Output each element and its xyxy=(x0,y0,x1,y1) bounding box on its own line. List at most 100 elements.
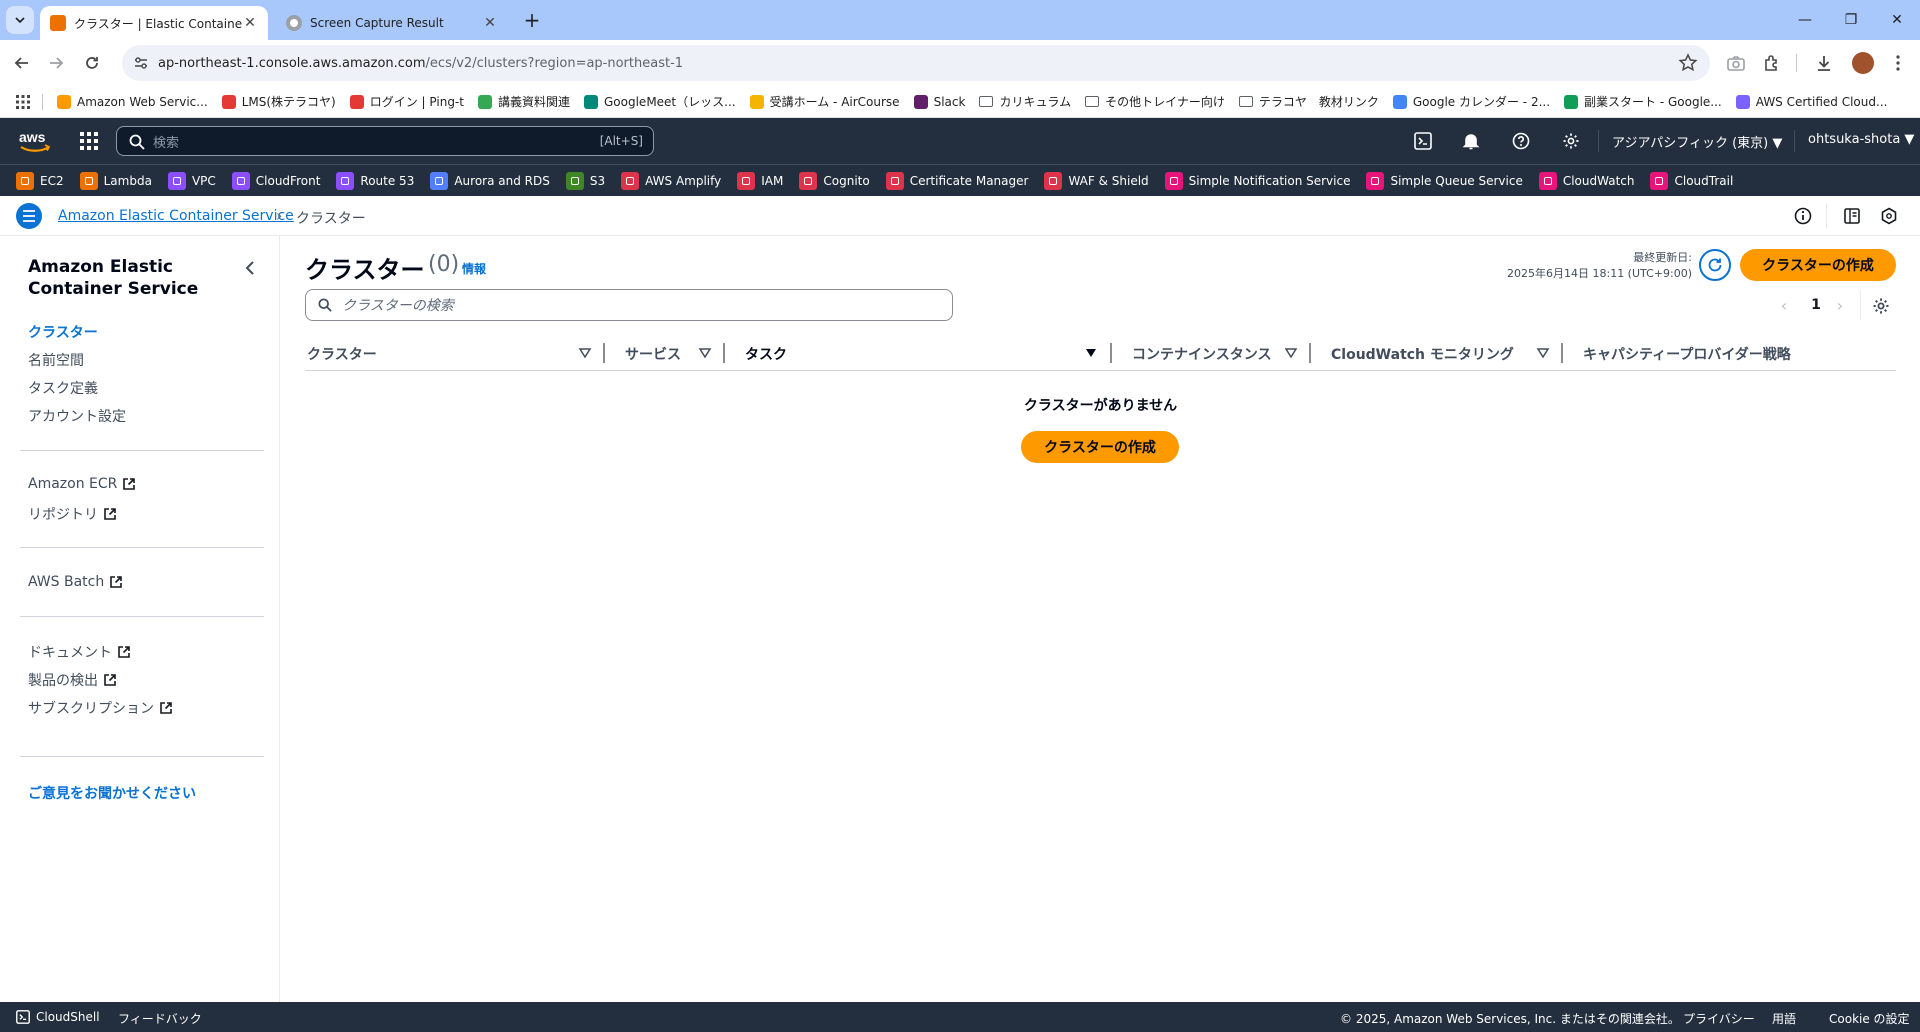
fav-route53[interactable]: Route 53 xyxy=(336,171,414,190)
nav-item-discover-products[interactable]: 製品の検出 xyxy=(28,670,117,690)
bookmark-slack[interactable]: Slack xyxy=(913,94,965,109)
bookmark-aws-cert[interactable]: AWS Certified Cloud... xyxy=(1735,94,1887,109)
fav-acm[interactable]: Certificate Manager xyxy=(885,171,1028,190)
bookmark-aircourse[interactable]: 受講ホーム - AirCourse xyxy=(749,93,900,110)
bookmark-lms[interactable]: LMS(株テラコヤ) xyxy=(221,93,336,110)
fav-lambda[interactable]: Lambda xyxy=(79,171,152,190)
sort-caret-icon[interactable] xyxy=(1284,346,1298,360)
nav-menu-button[interactable] xyxy=(16,203,42,229)
column-divider[interactable] xyxy=(1110,343,1112,363)
site-info-icon[interactable] xyxy=(132,54,150,72)
create-cluster-button[interactable]: クラスターの作成 xyxy=(1740,249,1896,281)
bookmark-calendar[interactable]: Google カレンダー - 2... xyxy=(1392,93,1550,110)
minimize-icon[interactable]: — xyxy=(1782,0,1828,40)
fav-waf[interactable]: WAF & Shield xyxy=(1044,171,1149,190)
feedback-link[interactable]: ご意見をお聞かせください xyxy=(28,783,196,803)
column-header-capacity-provider[interactable]: キャパシティープロバイダー戦略 xyxy=(1583,344,1791,364)
fav-sns[interactable]: Simple Notification Service xyxy=(1164,171,1350,190)
column-header-container-instances[interactable]: コンテナインスタンス xyxy=(1132,344,1271,364)
bookmark-meet[interactable]: GoogleMeet（レッス... xyxy=(584,93,736,110)
restore-icon[interactable]: ❐ xyxy=(1828,0,1874,40)
sort-caret-icon[interactable] xyxy=(1536,346,1550,360)
next-page-icon[interactable]: › xyxy=(1832,295,1848,315)
bookmark-folder-materials[interactable]: テラコヤ 教材リンク xyxy=(1238,93,1379,110)
hexagon-panel-icon[interactable] xyxy=(1879,206,1899,226)
close-tab-icon[interactable]: ✕ xyxy=(482,15,498,31)
browser-tab[interactable]: Screen Capture Result ✕ xyxy=(276,6,508,40)
settings-gear-icon[interactable] xyxy=(1560,130,1582,152)
column-divider[interactable] xyxy=(603,343,605,363)
column-header-cloudwatch[interactable]: CloudWatch モニタリング xyxy=(1331,344,1514,364)
reload-icon[interactable] xyxy=(78,49,106,77)
fav-cloudwatch[interactable]: CloudWatch xyxy=(1538,171,1634,190)
notifications-bell-icon[interactable] xyxy=(1460,130,1482,152)
fav-rds[interactable]: Aurora and RDS xyxy=(430,171,550,190)
nav-item-repositories[interactable]: リポジトリ xyxy=(28,504,117,524)
close-tab-icon[interactable]: ✕ xyxy=(242,15,258,31)
fav-cloudfront[interactable]: CloudFront xyxy=(231,171,320,190)
footer-feedback-link[interactable]: フィードバック xyxy=(118,1010,202,1027)
fav-sqs[interactable]: Simple Queue Service xyxy=(1366,171,1523,190)
sort-caret-icon[interactable] xyxy=(698,346,712,360)
fav-amplify[interactable]: AWS Amplify xyxy=(621,171,721,190)
nav-item-aws-batch[interactable]: AWS Batch xyxy=(28,574,123,590)
forward-icon[interactable] xyxy=(42,49,70,77)
fav-s3[interactable]: S3 xyxy=(565,171,605,190)
apps-icon[interactable] xyxy=(16,94,30,109)
browser-tab-active[interactable]: クラスター | Elastic Container Servi ✕ xyxy=(40,6,268,40)
fav-cloudtrail[interactable]: CloudTrail xyxy=(1650,171,1733,190)
bookmark-drive[interactable]: 講義資料関連 xyxy=(477,93,570,110)
collapse-nav-icon[interactable] xyxy=(240,258,260,278)
page-number[interactable]: 1 xyxy=(1808,295,1824,315)
table-preferences-gear-icon[interactable] xyxy=(1870,295,1892,317)
nav-item-account-settings[interactable]: アカウント設定 xyxy=(28,406,126,426)
info-panel-icon[interactable] xyxy=(1793,206,1813,226)
nav-item-clusters[interactable]: クラスター xyxy=(28,322,98,342)
footer-cloudshell-button[interactable]: CloudShell xyxy=(16,1010,100,1024)
close-window-icon[interactable]: ✕ xyxy=(1874,0,1920,40)
notes-panel-icon[interactable] xyxy=(1842,206,1862,226)
fav-ec2[interactable]: EC2 xyxy=(16,171,64,190)
bookmark-ping-t[interactable]: ログイン | Ping-t xyxy=(349,93,464,110)
help-icon[interactable] xyxy=(1510,130,1532,152)
previous-page-icon[interactable]: ‹ xyxy=(1776,295,1792,315)
empty-state-create-cluster-button[interactable]: クラスターの作成 xyxy=(1021,431,1179,463)
refresh-button[interactable] xyxy=(1699,249,1731,281)
address-bar[interactable]: ap-northeast-1.console.aws.amazon.com/ec… xyxy=(122,45,1710,81)
footer-terms-link[interactable]: 用語 xyxy=(1772,1010,1796,1027)
bookmark-sheets[interactable]: 副業スタート - Google... xyxy=(1564,93,1722,110)
back-icon[interactable] xyxy=(8,49,36,77)
column-divider[interactable] xyxy=(1561,343,1563,363)
nav-item-subscriptions[interactable]: サブスクリプション xyxy=(28,698,173,718)
nav-title[interactable]: Amazon Elastic Container Service xyxy=(28,256,238,300)
bookmark-folder-curriculum[interactable]: カリキュラム xyxy=(979,93,1071,110)
footer-cookie-link[interactable]: Cookie の設定 xyxy=(1829,1010,1910,1027)
column-header-services[interactable]: サービス xyxy=(625,344,681,364)
cloudshell-icon[interactable] xyxy=(1412,130,1434,152)
nav-item-documentation[interactable]: ドキュメント xyxy=(28,642,131,662)
bookmark-folder-trainer[interactable]: その他トレイナー向け xyxy=(1085,93,1225,110)
breadcrumb-service-link[interactable]: Amazon Elastic Container Service xyxy=(58,208,294,224)
aws-logo-icon[interactable]: aws xyxy=(18,128,52,154)
column-header-cluster[interactable]: クラスター xyxy=(307,344,377,364)
bookmark-star-icon[interactable] xyxy=(1678,53,1698,73)
new-tab-button[interactable]: + xyxy=(520,8,544,32)
browser-menu-icon[interactable] xyxy=(1884,49,1912,77)
screenshot-icon[interactable] xyxy=(1722,49,1750,77)
nav-item-task-definitions[interactable]: タスク定義 xyxy=(28,378,98,398)
sort-caret-filled-icon[interactable] xyxy=(1084,346,1098,360)
extensions-icon[interactable] xyxy=(1758,49,1786,77)
fav-iam[interactable]: IAM xyxy=(737,171,783,190)
region-selector[interactable]: アジアパシフィック (東京) ▼ xyxy=(1612,132,1782,151)
nav-item-namespaces[interactable]: 名前空間 xyxy=(28,350,84,370)
info-link[interactable]: 情報 xyxy=(462,260,486,277)
column-divider[interactable] xyxy=(723,343,725,363)
column-header-tasks[interactable]: タスク xyxy=(745,344,787,364)
services-grid-icon[interactable] xyxy=(80,132,98,150)
column-divider[interactable] xyxy=(1309,343,1311,363)
profile-avatar[interactable] xyxy=(1852,52,1874,74)
nav-item-amazon-ecr[interactable]: Amazon ECR xyxy=(28,476,136,492)
sort-caret-icon[interactable] xyxy=(578,346,592,360)
fav-vpc[interactable]: VPC xyxy=(167,171,216,190)
bookmark-aws[interactable]: Amazon Web Servic... xyxy=(57,94,208,109)
